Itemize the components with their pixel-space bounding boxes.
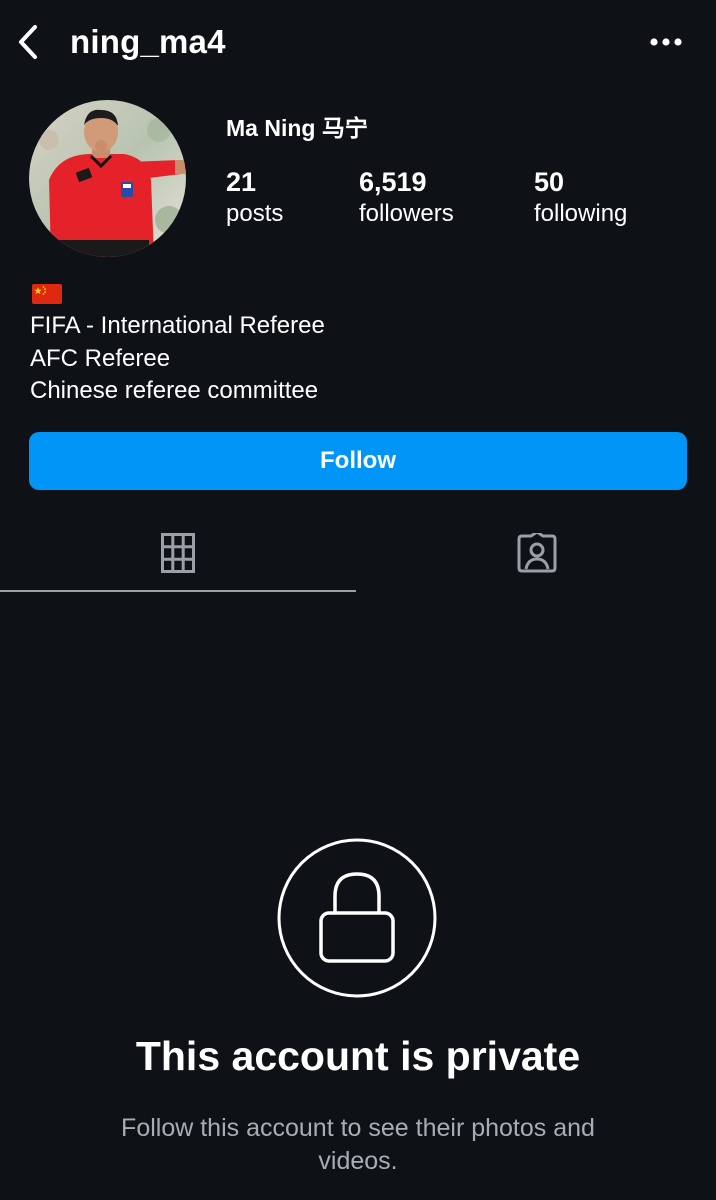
tagged-person-icon bbox=[517, 533, 557, 573]
more-horizontal-icon bbox=[650, 38, 682, 46]
profile-username: ning_ma4 bbox=[70, 23, 226, 60]
bio-line: AFC Referee bbox=[30, 344, 171, 372]
lock-icon bbox=[277, 838, 437, 998]
posts-count-label: posts bbox=[226, 200, 284, 227]
active-tab-indicator bbox=[0, 590, 356, 592]
followers-count-value: 6,519 bbox=[359, 167, 427, 197]
following-count-label: following bbox=[534, 200, 628, 227]
avatar[interactable] bbox=[29, 100, 186, 257]
tab-posts-grid[interactable] bbox=[0, 515, 356, 591]
follow-button[interactable]: Follow bbox=[29, 432, 687, 490]
china-flag-icon bbox=[32, 284, 62, 309]
profile-bio: FIFA - International Referee AFC Referee… bbox=[30, 310, 325, 408]
bio-line: Chinese referee committee bbox=[30, 377, 319, 404]
private-account-title: This account is private bbox=[135, 1033, 581, 1079]
private-account-subtitle: Follow this account to see their photos … bbox=[121, 1114, 595, 1175]
followers-count[interactable]: 6,519 followers bbox=[359, 165, 454, 229]
back-button[interactable] bbox=[10, 20, 46, 64]
posts-count-value: 21 bbox=[226, 167, 257, 197]
following-count-value: 50 bbox=[534, 167, 565, 197]
grid-icon bbox=[161, 533, 195, 573]
more-options-button[interactable] bbox=[640, 22, 692, 62]
display-name: Ma Ning 马宁 bbox=[226, 115, 368, 141]
posts-count[interactable]: 21 posts bbox=[226, 165, 283, 229]
tab-tagged[interactable] bbox=[358, 515, 716, 591]
following-count[interactable]: 50 following bbox=[534, 165, 627, 229]
chevron-left-icon bbox=[19, 25, 37, 59]
followers-count-label: followers bbox=[359, 200, 454, 227]
bio-line: FIFA - International Referee bbox=[30, 312, 325, 339]
